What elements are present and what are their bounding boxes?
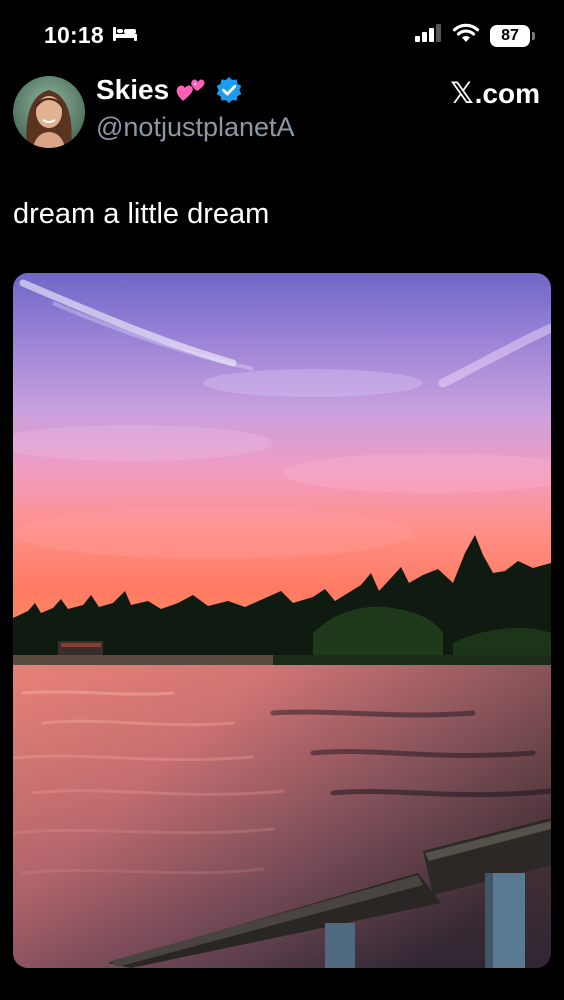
wifi-icon xyxy=(452,23,480,48)
verified-badge-icon xyxy=(215,76,243,104)
status-right-group: 87 xyxy=(414,23,535,48)
brand-domain: .com xyxy=(474,78,540,109)
status-time: 10:18 xyxy=(44,22,104,48)
sunset-lake-photo xyxy=(13,273,551,968)
display-name[interactable]: Skies xyxy=(96,74,169,106)
battery-level: 87 xyxy=(501,26,519,44)
battery-tip-icon xyxy=(532,31,535,40)
cellular-signal-icon xyxy=(414,23,442,48)
two-hearts-emoji-icon xyxy=(175,75,209,105)
user-handle[interactable]: @notjustplanetA xyxy=(96,112,295,143)
avatar[interactable] xyxy=(13,76,85,148)
status-bar: 10:18 87 xyxy=(0,0,564,70)
battery-indicator: 87 xyxy=(490,24,535,47)
x-logo-icon: 𝕏 xyxy=(450,76,474,110)
status-time-group: 10:18 xyxy=(44,22,138,49)
tweet-text: dream a little dream xyxy=(13,198,270,230)
display-name-row[interactable]: Skies xyxy=(96,74,243,106)
sleep-bed-icon xyxy=(112,24,138,47)
brand-logo: 𝕏 .com xyxy=(450,76,540,110)
tweet-media-image[interactable] xyxy=(13,273,551,968)
